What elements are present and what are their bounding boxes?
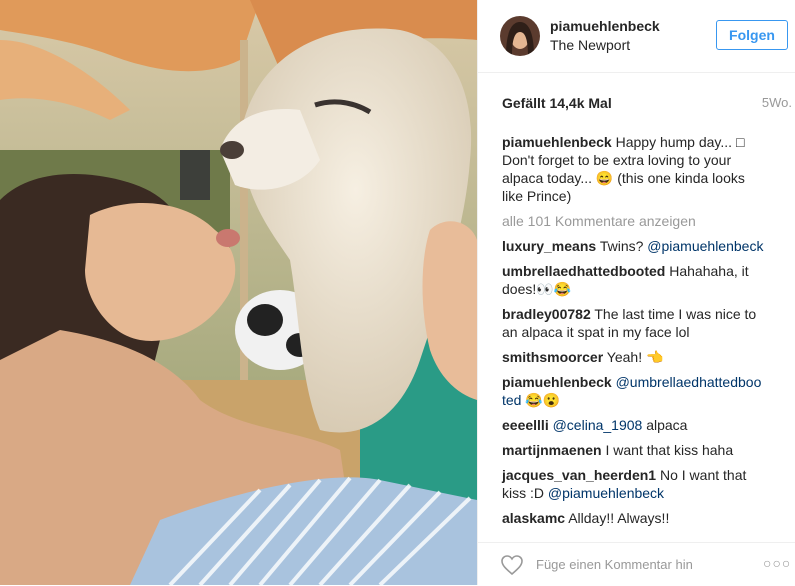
comment-username[interactable]: smithsmoorcer xyxy=(502,349,603,365)
comment-item: luxury_means Twins? @piamuehlenbeck xyxy=(502,237,764,255)
view-all-comments-link[interactable]: alle 101 Kommentare anzeigen xyxy=(502,212,764,230)
comment-item: eeeellli @celina_1908 alpaca xyxy=(502,416,764,434)
comment-item: martijnmaenen I want that kiss haha xyxy=(502,441,764,459)
comment-mention[interactable]: @celina_1908 xyxy=(553,417,643,433)
avatar-image xyxy=(500,16,540,56)
comment-username[interactable]: luxury_means xyxy=(502,238,596,254)
post-side-panel: piamuehlenbeck The Newport Folgen Gefäll… xyxy=(477,0,795,585)
likes-row: Gefällt 14,4k Mal 5Wo. xyxy=(502,95,792,113)
comment-username[interactable]: eeeellli xyxy=(502,417,549,433)
post-username[interactable]: piamuehlenbeck xyxy=(550,18,660,34)
comment-mention[interactable]: @piamuehlenbeck xyxy=(548,485,664,501)
post-photo-illustration xyxy=(0,0,477,585)
comment-username[interactable]: martijnmaenen xyxy=(502,442,602,458)
comment-item: bradley00782 The last time I was nice to… xyxy=(502,305,764,341)
comment-text-after: 😂😮 xyxy=(521,392,561,408)
comment-footer: Füge einen Kommentar hin ○○○ xyxy=(478,542,795,586)
comment-item: smithsmoorcer Yeah! 👈 xyxy=(502,348,764,366)
follow-button[interactable]: Folgen xyxy=(716,20,788,50)
caption-username[interactable]: piamuehlenbeck xyxy=(502,134,612,150)
comment-username[interactable]: bradley00782 xyxy=(502,306,591,322)
post-header: piamuehlenbeck The Newport Folgen xyxy=(478,0,795,73)
heart-icon-glyph xyxy=(501,555,523,576)
caption: piamuehlenbeck Happy hump day... □ Don't… xyxy=(502,133,764,205)
comment-username[interactable]: jacques_van_heerden1 xyxy=(502,467,656,483)
comment-mention[interactable]: @piamuehlenbeck xyxy=(647,238,763,254)
post-location[interactable]: The Newport xyxy=(550,37,630,53)
post-photo[interactable] xyxy=(0,0,477,585)
more-options-icon[interactable]: ○○○ xyxy=(763,555,791,571)
comment-text-after: alpaca xyxy=(642,417,688,433)
comment-text: Allday!! Always!! xyxy=(568,510,670,526)
comment-item: umbrellaedhattedbooted Hahahaha, it does… xyxy=(502,262,764,298)
comment-text: Yeah! 👈 xyxy=(606,349,664,365)
likes-count[interactable]: Gefällt 14,4k Mal xyxy=(502,95,612,111)
comments-list: piamuehlenbeck Happy hump day... □ Don't… xyxy=(502,133,764,534)
heart-icon[interactable] xyxy=(500,554,524,576)
post-age[interactable]: 5Wo. xyxy=(762,95,792,110)
comment-username[interactable]: piamuehlenbeck xyxy=(502,374,612,390)
comment-text: Twins? xyxy=(599,238,648,254)
add-comment-input[interactable]: Füge einen Kommentar hin xyxy=(536,557,693,572)
comment-username[interactable]: umbrellaedhattedbooted xyxy=(502,263,665,279)
comment-item: alaskamc Allday!! Always!! xyxy=(502,509,764,527)
comment-item: piamuehlenbeck @umbrellaedhattedbooted 😂… xyxy=(502,373,764,409)
comment-username[interactable]: alaskamc xyxy=(502,510,565,526)
comment-item: jacques_van_heerden1 No I want that kiss… xyxy=(502,466,764,502)
avatar[interactable] xyxy=(500,16,540,56)
comment-text: I want that kiss haha xyxy=(605,442,734,458)
